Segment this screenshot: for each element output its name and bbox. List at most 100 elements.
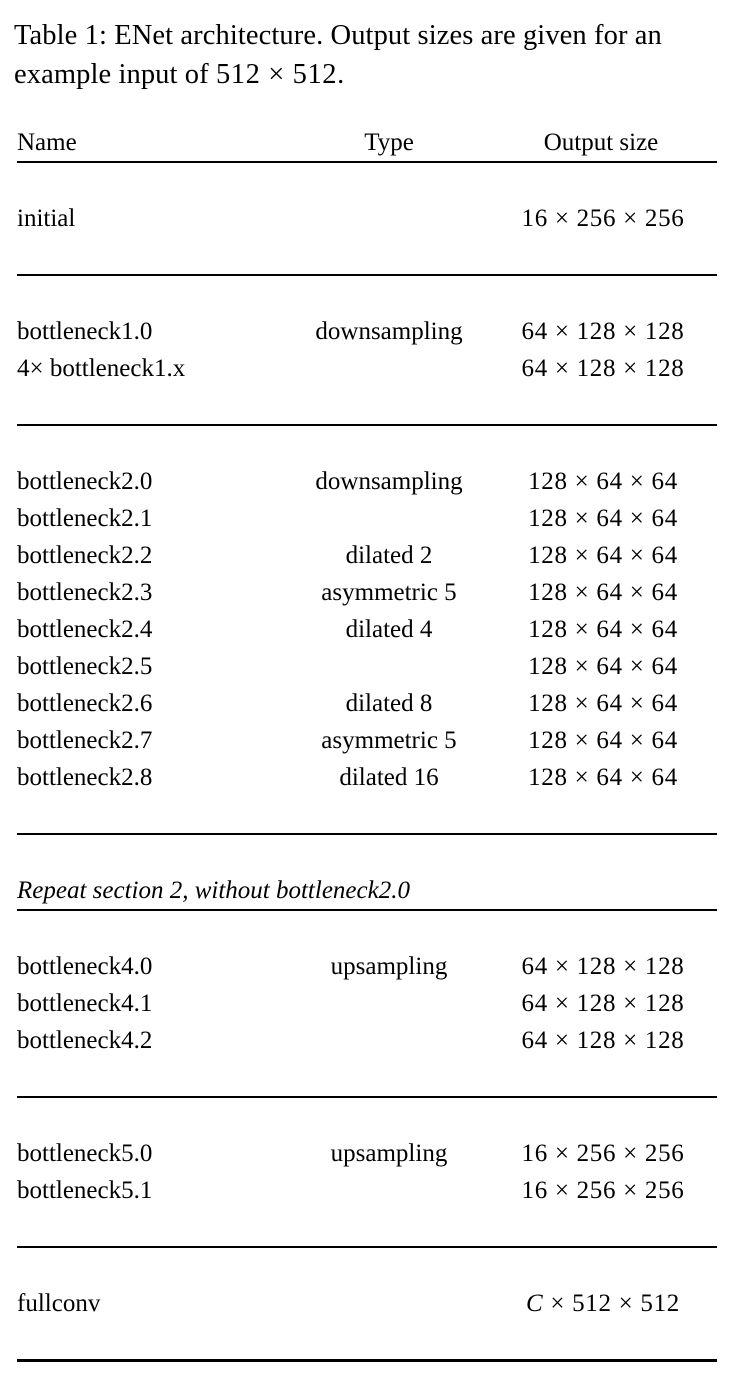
repeat-section-note: Repeat section 2, without bottleneck2.0: [17, 872, 717, 910]
cell-type: [289, 1022, 489, 1059]
cell-type: dilated 8: [289, 685, 489, 722]
cell-type: [289, 1172, 489, 1209]
cell-name: fullconv: [17, 1285, 289, 1322]
cell-output-size: 64 × 128 × 128: [489, 985, 717, 1022]
cell-name: bottleneck4.0: [17, 948, 289, 985]
table-caption: Table 1: ENet architecture. Output sizes…: [14, 16, 720, 94]
cell-type: dilated 4: [289, 611, 489, 648]
cell-type: [289, 648, 489, 685]
architecture-table-wrapper: Name Type Output size initial 16 × 256 ×…: [17, 124, 717, 1399]
cell-output-size: 128 × 64 × 64: [489, 648, 717, 685]
table-row: bottleneck4.2 64 × 128 × 128: [17, 1022, 717, 1059]
cell-output-size: 128 × 64 × 64: [489, 685, 717, 722]
cell-output-size: 64 × 128 × 128: [489, 313, 717, 350]
cell-name: initial: [17, 200, 289, 237]
caption-input-size: 512 × 512: [216, 59, 337, 90]
table-row: bottleneck2.1 128 × 64 × 64: [17, 500, 717, 537]
cell-name: bottleneck4.2: [17, 1022, 289, 1059]
cell-output-size: 16 × 256 × 256: [489, 1135, 717, 1172]
cell-output-size: 16 × 256 × 256: [489, 1172, 717, 1209]
table-row: bottleneck5.1 16 × 256 × 256: [17, 1172, 717, 1209]
table-row: fullconv C × 512 × 512: [17, 1285, 717, 1322]
cell-type: [289, 1285, 489, 1322]
table-row: bottleneck1.0 downsampling 64 × 128 × 12…: [17, 313, 717, 350]
cell-name: 4× bottleneck1.x: [17, 350, 289, 387]
row-spacer: [17, 1059, 717, 1097]
cell-name: bottleneck2.2: [17, 537, 289, 574]
row-spacer: [17, 1209, 717, 1247]
table-row: bottleneck2.7 asymmetric 5 128 × 64 × 64: [17, 722, 717, 759]
rule-table-bottom: [17, 1361, 717, 1399]
cell-output-size: 64 × 128 × 128: [489, 948, 717, 985]
row-spacer: [17, 237, 717, 275]
cell-name: bottleneck2.4: [17, 611, 289, 648]
architecture-table: Name Type Output size initial 16 × 256 ×…: [17, 124, 717, 1399]
rule-before-section-1: [17, 275, 717, 313]
cell-type: upsampling: [289, 948, 489, 985]
cell-type: [289, 985, 489, 1022]
cell-name: bottleneck2.8: [17, 759, 289, 796]
rule-before-section-2: [17, 425, 717, 463]
cell-output-size: 64 × 128 × 128: [489, 350, 717, 387]
cell-type: asymmetric 5: [289, 574, 489, 611]
table-header-row: Name Type Output size: [17, 124, 717, 162]
cell-type: dilated 16: [289, 759, 489, 796]
cell-output-size: 128 × 64 × 64: [489, 611, 717, 648]
table-row: bottleneck2.2 dilated 2 128 × 64 × 64: [17, 537, 717, 574]
cell-output-size: 128 × 64 × 64: [489, 759, 717, 796]
cell-output-size: C × 512 × 512: [489, 1285, 717, 1322]
table-row: bottleneck5.0 upsampling 16 × 256 × 256: [17, 1135, 717, 1172]
cell-name: bottleneck2.6: [17, 685, 289, 722]
row-spacer: [17, 796, 717, 834]
cell-type: downsampling: [289, 463, 489, 500]
cell-name: bottleneck2.1: [17, 500, 289, 537]
table-row: bottleneck2.8 dilated 16 128 × 64 × 64: [17, 759, 717, 796]
cell-type: [289, 350, 489, 387]
cell-name: bottleneck2.7: [17, 722, 289, 759]
table-row: bottleneck2.6 dilated 8 128 × 64 × 64: [17, 685, 717, 722]
cell-output-size: 16 × 256 × 256: [489, 200, 717, 237]
table-figure-page: Table 1: ENet architecture. Output sizes…: [0, 0, 730, 1024]
table-row: bottleneck4.1 64 × 128 × 128: [17, 985, 717, 1022]
cell-name: bottleneck2.0: [17, 463, 289, 500]
cell-type: upsampling: [289, 1135, 489, 1172]
rule-after-header: [17, 162, 717, 200]
cell-output-size: 128 × 64 × 64: [489, 574, 717, 611]
cell-type: dilated 2: [289, 537, 489, 574]
table-row: bottleneck2.4 dilated 4 128 × 64 × 64: [17, 611, 717, 648]
column-header-output-size: Output size: [489, 124, 717, 162]
cell-type: [289, 200, 489, 237]
table-row: bottleneck4.0 upsampling 64 × 128 × 128: [17, 948, 717, 985]
table-row: initial 16 × 256 × 256: [17, 200, 717, 237]
row-spacer: [17, 387, 717, 425]
table-row: bottleneck2.5 128 × 64 × 64: [17, 648, 717, 685]
cell-output-size: 128 × 64 × 64: [489, 500, 717, 537]
column-header-type: Type: [289, 124, 489, 162]
output-dimensions: × 512 × 512: [543, 1290, 680, 1317]
rule-before-section-5: [17, 1097, 717, 1135]
table-row: bottleneck2.0 downsampling 128 × 64 × 64: [17, 463, 717, 500]
rule-before-fullconv: [17, 1247, 717, 1285]
cell-output-size: 128 × 64 × 64: [489, 463, 717, 500]
row-spacer: [17, 1322, 717, 1361]
cell-output-size: 128 × 64 × 64: [489, 722, 717, 759]
table-body: initial 16 × 256 × 256 bottleneck1.0 dow…: [17, 162, 717, 1399]
cell-name: bottleneck5.0: [17, 1135, 289, 1172]
cell-name: bottleneck2.5: [17, 648, 289, 685]
cell-output-size: 128 × 64 × 64: [489, 537, 717, 574]
rule-before-repeat-note: [17, 834, 717, 872]
table-row: 4× bottleneck1.x 64 × 128 × 128: [17, 350, 717, 387]
cell-name: bottleneck2.3: [17, 574, 289, 611]
repeat-section-note-row: Repeat section 2, without bottleneck2.0: [17, 872, 717, 910]
column-header-name: Name: [17, 124, 289, 162]
table-header: Name Type Output size: [17, 124, 717, 162]
cell-type: [289, 500, 489, 537]
cell-type: downsampling: [289, 313, 489, 350]
output-channel-variable: C: [526, 1290, 543, 1317]
table-row: bottleneck2.3 asymmetric 5 128 × 64 × 64: [17, 574, 717, 611]
cell-type: asymmetric 5: [289, 722, 489, 759]
caption-suffix: .: [337, 59, 344, 90]
rule-before-section-4: [17, 910, 717, 948]
cell-output-size: 64 × 128 × 128: [489, 1022, 717, 1059]
cell-name: bottleneck4.1: [17, 985, 289, 1022]
